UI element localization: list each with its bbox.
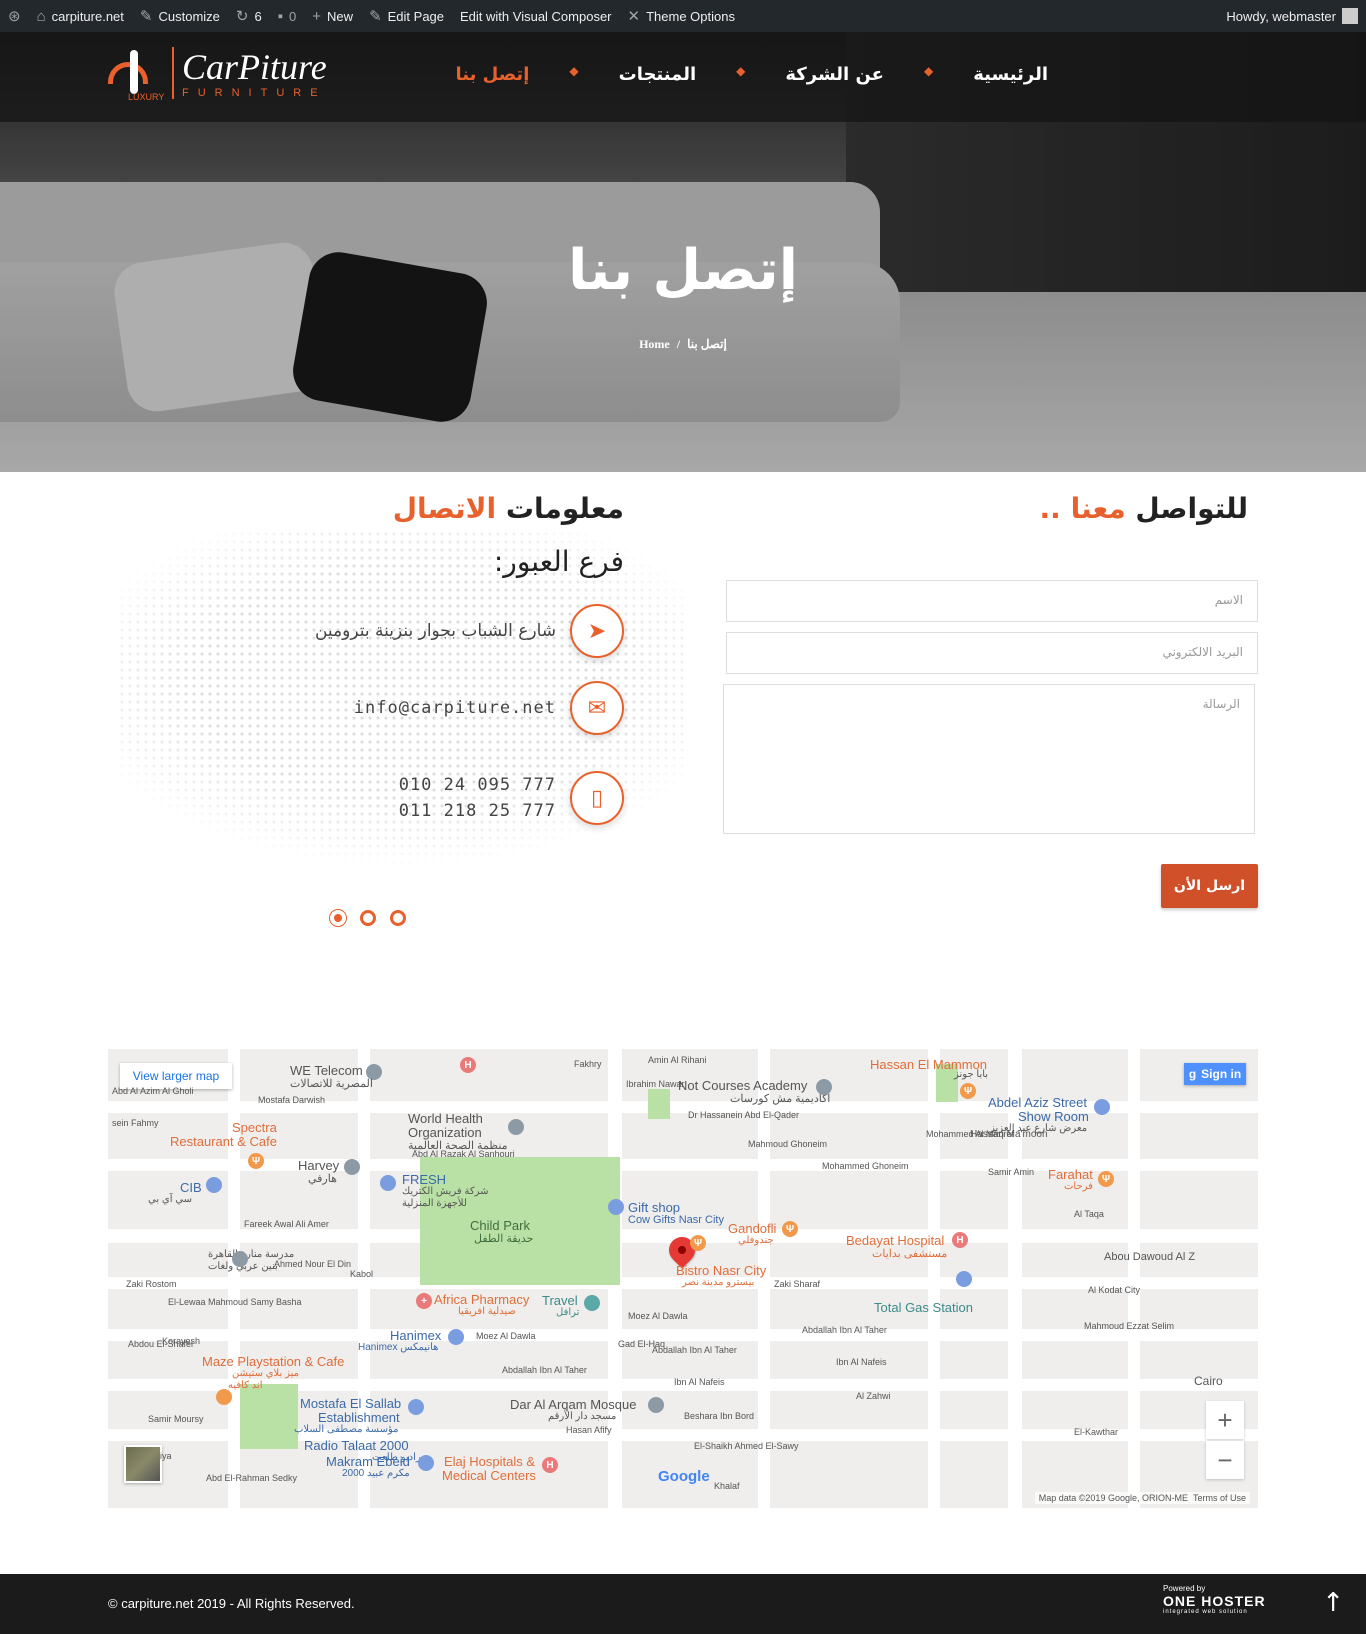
brush-icon: ✎	[139, 8, 153, 25]
phone-number-2[interactable]: 011 218 25 777	[399, 798, 556, 824]
breadcrumb: Home / إتصل بنا	[0, 337, 1366, 352]
google-logo: Google	[658, 1468, 710, 1485]
phone-number-1[interactable]: 010 24 095 777	[399, 772, 556, 798]
academy-pin-icon[interactable]	[816, 1079, 832, 1095]
updates-icon: ↻	[235, 8, 249, 25]
terms-of-use-link[interactable]: Terms of Use	[1193, 1493, 1246, 1503]
diamond-icon: ◆	[569, 64, 579, 78]
location-arrow-icon: ➤	[570, 604, 624, 658]
arrow-up-icon[interactable]: ↑	[1322, 1588, 1344, 1618]
shop-icon[interactable]	[418, 1455, 434, 1471]
message-field[interactable]: الرسالة	[723, 684, 1255, 834]
gift-shop-icon[interactable]	[608, 1199, 624, 1215]
account-menu[interactable]: Howdy, webmaster	[1218, 0, 1366, 32]
satellite-toggle[interactable]	[124, 1445, 162, 1483]
phone-row: ▯ 010 24 095 777 011 218 25 777	[399, 771, 624, 825]
branch-title: فرع العبور:	[493, 545, 624, 578]
edit-page-link[interactable]: ✎ Edit Page	[361, 0, 452, 32]
logo-mark-icon: LUXURY	[108, 44, 164, 102]
theme-options-link[interactable]: ✕ Theme Options	[620, 0, 743, 32]
email-row: ✉ info@carpiture.net	[354, 681, 624, 735]
carousel-dots	[330, 910, 406, 926]
wordpress-menu[interactable]: ⊛	[0, 0, 29, 32]
main-menu: الرئيسية ◆ عن الشركة ◆ المنتجات ◆ إتصل ب…	[456, 64, 1049, 85]
menu-item-products[interactable]: المنتجات	[619, 64, 697, 85]
updates-link[interactable]: ↻ 6	[228, 0, 270, 32]
address-row: ➤ شارع الشباب بجوار بنزينة بترومين	[315, 604, 624, 658]
comments-link[interactable]: ▪ 0	[270, 0, 305, 32]
carousel-dot-2[interactable]	[360, 910, 376, 926]
pharmacy-icon[interactable]: +	[416, 1293, 432, 1309]
logo-subtitle: FURNITURE	[182, 87, 327, 99]
tools-icon: ✕	[627, 8, 641, 25]
site-logo[interactable]: LUXURY CarPiture FURNITURE	[108, 44, 327, 102]
site-footer: © carpiture.net 2019 - All Rights Reserv…	[0, 1574, 1366, 1634]
copyright-text: © carpiture.net 2019 - All Rights Reserv…	[108, 1596, 355, 1611]
sign-in-button[interactable]: g Sign in	[1184, 1063, 1246, 1085]
contact-form-title: للتواصل معنا ..	[1039, 492, 1248, 525]
gandofli-icon[interactable]: Ψ	[782, 1221, 798, 1237]
shop-icon[interactable]	[408, 1399, 424, 1415]
pencil-icon: ✎	[369, 8, 382, 25]
zoom-out-button[interactable]: −	[1206, 1441, 1244, 1479]
carousel-dot-1[interactable]	[330, 910, 346, 926]
admin-bar: ⊛ ⌂ carpiture.net ✎ Customize ↻ 6 ▪ 0 + New ✎…	[0, 0, 1366, 32]
name-field[interactable]: الاسم	[726, 580, 1258, 622]
customize-link[interactable]: ✎ Customize	[132, 0, 228, 32]
harvey-pin-icon[interactable]	[344, 1159, 360, 1175]
school-icon[interactable]	[232, 1251, 248, 1267]
hospital-icon[interactable]: H	[460, 1057, 476, 1073]
mobile-phone-icon: ▯	[570, 771, 624, 825]
email-field[interactable]: البريد الالكتروني	[726, 632, 1258, 674]
comment-icon: ▪	[277, 7, 284, 25]
hospital-icon[interactable]: H	[952, 1232, 968, 1248]
address-text: شارع الشباب بجوار بنزينة بترومين	[314, 621, 556, 641]
page-title: إتصل بنا	[568, 238, 798, 303]
shop-icon[interactable]	[1094, 1099, 1110, 1115]
wordpress-icon: ⊛	[8, 8, 21, 25]
site-name-link[interactable]: ⌂ carpiture.net	[29, 0, 132, 32]
gas-station-icon[interactable]	[956, 1271, 972, 1287]
shop-icon[interactable]	[448, 1329, 464, 1345]
home-icon: ⌂	[36, 7, 46, 25]
carousel-dot-3[interactable]	[390, 910, 406, 926]
menu-item-home[interactable]: الرئيسية	[973, 64, 1048, 85]
site-header: LUXURY CarPiture FURNITURE الرئيسية ◆ عن…	[0, 32, 1366, 122]
email-link[interactable]: info@carpiture.net	[354, 695, 556, 721]
avatar	[1342, 8, 1358, 24]
send-button[interactable]: ارسل الأن	[1161, 864, 1258, 908]
breadcrumb-home[interactable]: Home	[639, 337, 670, 351]
google-plus-icon: g	[1188, 1067, 1197, 1081]
hoster-logo[interactable]: Powered by ONE HOSTER integrated web sol…	[1163, 1584, 1266, 1615]
menu-item-contact[interactable]: إتصل بنا	[456, 64, 530, 85]
cafe-icon[interactable]: Ψ	[248, 1153, 264, 1169]
map-attribution: Map data ©2019 Google, ORION-ME Terms of…	[1034, 1492, 1250, 1504]
who-pin-icon[interactable]	[508, 1119, 524, 1135]
mosque-icon[interactable]	[648, 1397, 664, 1413]
envelope-icon: ✉	[570, 681, 624, 735]
fresh-shop-icon[interactable]	[380, 1175, 396, 1191]
logo-name: CarPiture	[182, 47, 327, 87]
bank-icon[interactable]	[206, 1177, 222, 1193]
zoom-in-button[interactable]: +	[1206, 1401, 1244, 1439]
visual-composer-link[interactable]: Edit with Visual Composer	[452, 0, 620, 32]
breadcrumb-current: إتصل بنا	[687, 337, 727, 351]
new-content-link[interactable]: + New	[304, 0, 361, 32]
contact-info-title: معلومات الاتصال	[392, 492, 624, 525]
hospital-icon[interactable]: H	[542, 1457, 558, 1473]
restaurant-icon[interactable]: Ψ	[960, 1083, 976, 1099]
restaurant-icon[interactable]: Ψ	[1098, 1171, 1114, 1187]
menu-item-about[interactable]: عن الشركة	[785, 64, 884, 85]
breadcrumb-separator: /	[676, 337, 681, 351]
plus-icon: +	[312, 7, 322, 25]
google-map[interactable]: View larger map g Sign in + − Google Map …	[108, 1049, 1258, 1508]
restaurant-icon[interactable]: Ψ	[690, 1235, 706, 1251]
travel-icon[interactable]	[584, 1295, 600, 1311]
diamond-icon: ◆	[736, 64, 746, 78]
cafe-icon[interactable]	[216, 1389, 232, 1405]
diamond-icon: ◆	[923, 64, 934, 78]
